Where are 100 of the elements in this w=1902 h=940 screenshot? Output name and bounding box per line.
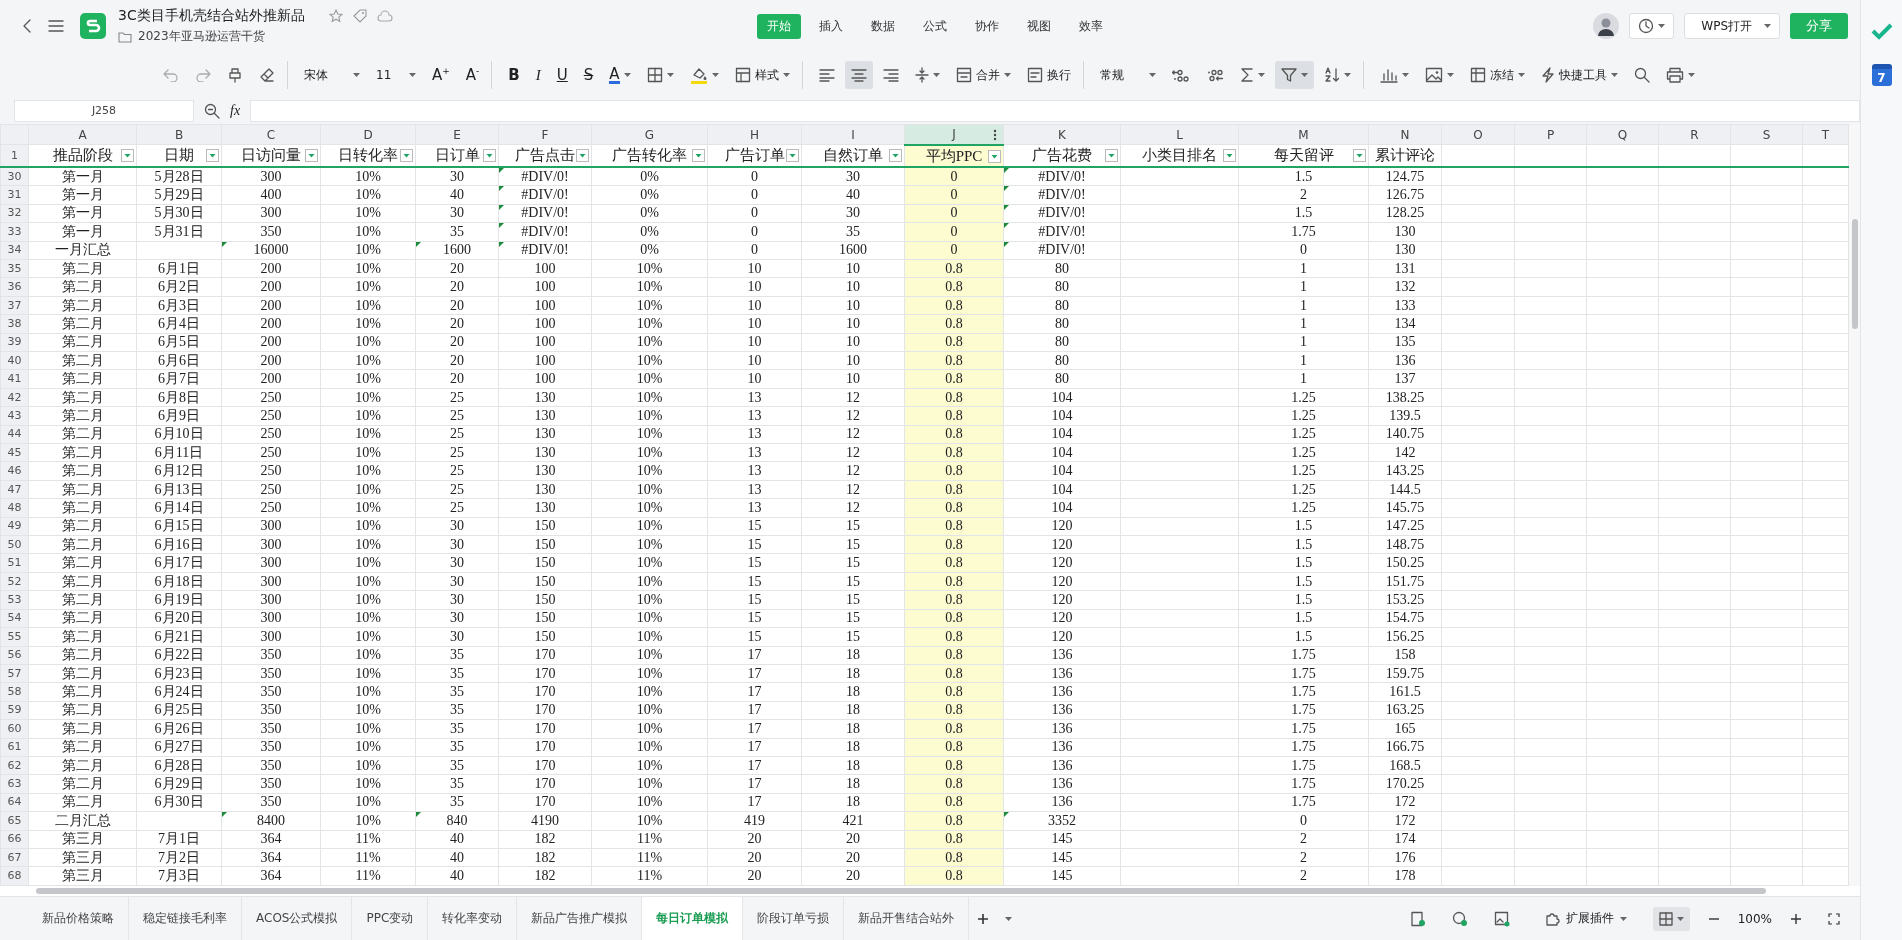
menu-tab[interactable]: 视图 xyxy=(1017,13,1061,39)
format-button[interactable]: U xyxy=(550,61,574,89)
table-cell: 250 xyxy=(221,480,321,499)
open-button[interactable]: WPS打开 xyxy=(1684,13,1780,39)
name-box[interactable]: J258 xyxy=(14,100,194,122)
column-header[interactable]: L xyxy=(1120,124,1239,145)
filter-dropdown-icon[interactable] xyxy=(692,149,705,163)
sheet-tab[interactable]: 稳定链接毛利率 xyxy=(129,897,242,940)
column-header[interactable]: O xyxy=(1441,124,1515,145)
table-cell: 第二月 xyxy=(28,738,137,757)
filter-dropdown-icon[interactable] xyxy=(483,149,496,163)
align-center-button[interactable] xyxy=(844,61,873,89)
toolbar-button[interactable]: 冻结 xyxy=(1463,61,1531,89)
row-number[interactable]: 1 xyxy=(0,144,29,168)
table-cell: 165 xyxy=(1368,719,1442,739)
menu-icon[interactable] xyxy=(48,19,64,33)
filter-dropdown-icon[interactable] xyxy=(786,149,799,163)
more-icon[interactable] xyxy=(993,129,997,141)
tag-icon[interactable] xyxy=(352,9,367,23)
zoom-icon[interactable] xyxy=(204,103,220,119)
column-header[interactable]: I xyxy=(801,124,905,145)
filter-dropdown-icon[interactable] xyxy=(121,149,134,163)
toolbar-button[interactable]: 换行 xyxy=(1020,61,1084,89)
table-cell: 10 xyxy=(707,296,802,315)
font-select[interactable]: 宋体 xyxy=(298,61,366,89)
column-header[interactable]: N xyxy=(1368,124,1442,145)
cloud-icon[interactable] xyxy=(376,10,393,22)
history-button[interactable] xyxy=(1629,13,1675,39)
column-header[interactable]: J xyxy=(904,124,1004,145)
function-button[interactable]: fx xyxy=(230,103,241,119)
filter-dropdown-icon[interactable] xyxy=(206,149,219,163)
column-header[interactable]: S xyxy=(1730,124,1803,145)
sheet-tab[interactable]: 新品价格策略 xyxy=(28,897,129,940)
column-header[interactable]: D xyxy=(320,124,416,145)
calendar-button[interactable]: 7 xyxy=(1871,64,1892,86)
column-title: 日访问量 xyxy=(221,144,321,168)
menu-tab[interactable]: 效率 xyxy=(1069,13,1113,39)
column-header[interactable]: P xyxy=(1514,124,1587,145)
column-header[interactable]: E xyxy=(415,124,499,145)
number-format-select[interactable]: 常规 xyxy=(1093,61,1162,89)
sheet-tab[interactable]: 每日订单模拟 xyxy=(642,897,744,940)
format-button[interactable]: I xyxy=(529,61,547,89)
column-header[interactable]: G xyxy=(591,124,708,145)
check-document-icon xyxy=(1409,910,1426,927)
table-cell: 161.5 xyxy=(1368,682,1442,702)
sheet-tab[interactable]: 阶段订单亏损 xyxy=(743,897,845,940)
table-cell: 6月24日 xyxy=(136,682,222,702)
filter-dropdown-icon[interactable] xyxy=(400,149,413,163)
format-button[interactable]: A xyxy=(603,61,637,89)
star-icon[interactable] xyxy=(328,9,343,23)
table-cell: 120 xyxy=(1003,517,1121,536)
sheet-tab[interactable]: PPC变动 xyxy=(352,897,429,940)
font-size-select[interactable]: 11 xyxy=(370,61,422,89)
column-header[interactable]: H xyxy=(707,124,802,145)
format-button[interactable]: B xyxy=(502,61,526,89)
column-header[interactable]: M xyxy=(1238,124,1369,145)
column-header[interactable]: B xyxy=(136,124,222,145)
column-header[interactable]: R xyxy=(1658,124,1731,145)
column-header[interactable]: T xyxy=(1802,124,1849,145)
filter-dropdown-icon[interactable] xyxy=(305,149,318,163)
filter-dropdown-icon[interactable] xyxy=(1223,149,1236,163)
column-header[interactable]: C xyxy=(221,124,321,145)
table-cell: 163.25 xyxy=(1368,701,1442,720)
sheet-tab[interactable]: 新品开售结合站外 xyxy=(844,897,970,940)
filter-dropdown-icon[interactable] xyxy=(1105,149,1118,163)
table-cell: 18 xyxy=(801,664,905,683)
filter-dropdown-icon[interactable] xyxy=(889,149,902,163)
view-mode-button[interactable] xyxy=(1652,906,1690,931)
menu-tab[interactable]: 插入 xyxy=(809,13,853,39)
filter-button[interactable] xyxy=(1274,61,1314,89)
back-icon[interactable] xyxy=(22,18,32,34)
menu-tab[interactable]: 公式 xyxy=(913,13,957,39)
table-cell: 1.5 xyxy=(1238,590,1369,610)
format-button[interactable]: S xyxy=(577,61,600,89)
formula-field[interactable] xyxy=(250,100,1860,122)
toolbar-button[interactable]: 合并 xyxy=(949,61,1017,89)
folder-name[interactable]: 2023年亚马逊运营干货 xyxy=(138,28,265,45)
menu-tab[interactable]: 协作 xyxy=(965,13,1009,39)
table-cell: 10% xyxy=(320,590,416,610)
column-header[interactable]: Q xyxy=(1586,124,1659,145)
horizontal-scrollbar[interactable] xyxy=(36,888,1766,894)
avatar-icon[interactable] xyxy=(1593,13,1620,39)
check-mark-icon[interactable] xyxy=(1870,22,1893,40)
column-header[interactable]: K xyxy=(1003,124,1121,145)
table-cell: 5月29日 xyxy=(136,185,222,205)
column-header[interactable]: F xyxy=(498,124,592,145)
sheet-tab[interactable]: 转化率变动 xyxy=(428,897,518,940)
plugins-button[interactable]: 扩展插件 xyxy=(1537,910,1633,927)
toolbar-button[interactable]: 样式 xyxy=(728,61,803,89)
format-button[interactable]: A$^{+}$ xyxy=(426,61,456,89)
table-cell: 6月23日 xyxy=(136,664,222,683)
menu-tab[interactable]: 数据 xyxy=(861,13,905,39)
sheet-tab[interactable]: ACOS公式模拟 xyxy=(242,897,353,940)
column-header[interactable]: A xyxy=(28,124,137,145)
toolbar-button[interactable]: 快捷工具 xyxy=(1534,61,1624,89)
format-button[interactable]: A$^{-}$ xyxy=(459,61,493,89)
filter-dropdown-icon[interactable] xyxy=(988,149,1001,163)
filter-dropdown-icon[interactable] xyxy=(1353,149,1366,163)
filter-dropdown-icon[interactable] xyxy=(576,149,589,163)
vertical-scrollbar[interactable] xyxy=(1849,124,1860,886)
